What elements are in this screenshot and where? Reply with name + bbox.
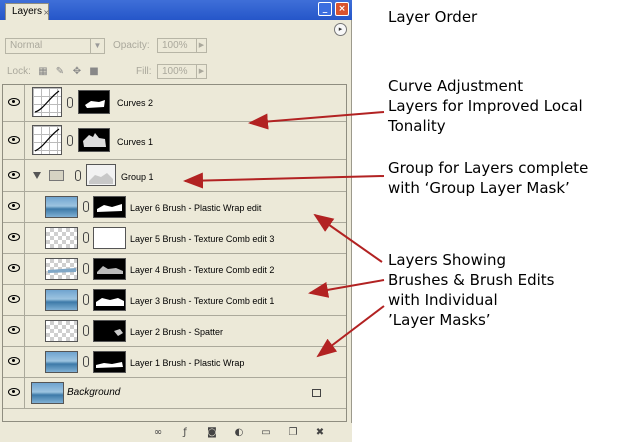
arrow-to-group <box>183 172 385 189</box>
annotation-arrows <box>183 111 385 358</box>
arrow-to-layer-3 <box>308 279 385 298</box>
arrow-to-curves <box>248 111 385 130</box>
arrow-to-layer-1 <box>316 305 385 358</box>
arrow-to-layer-6 <box>313 213 383 263</box>
